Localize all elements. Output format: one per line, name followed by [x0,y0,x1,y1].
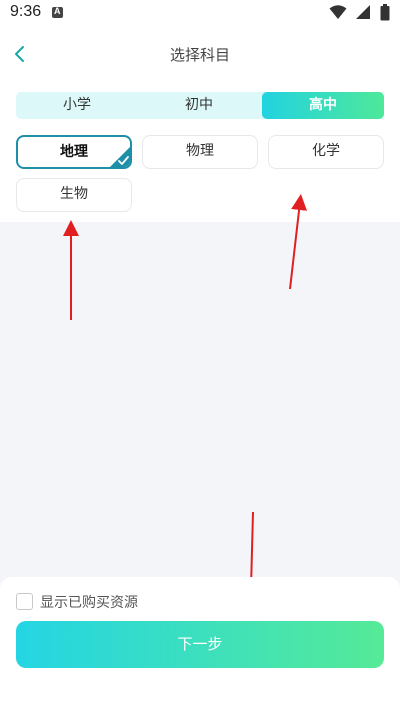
page-title: 选择科目 [169,46,230,64]
subject-chip-biology[interactable]: 生物 [16,178,132,212]
navigation-bar: 选择科目 [0,32,400,76]
next-step-button[interactable]: 下一步 [16,621,384,668]
subject-chip-chemistry[interactable]: 化学 [268,135,384,169]
battery-icon [380,4,390,21]
subject-chip-label: 物理 [186,143,214,159]
show-purchased-label[interactable]: 显示已购买资源 [40,592,138,612]
notification-a-icon [52,6,63,18]
subject-chip-geography[interactable]: 地理 [16,135,132,169]
status-time: 9:36 [10,3,42,20]
signal-icon [355,5,370,19]
tab-primary-school[interactable]: 小学 [16,92,138,119]
header-area: 9:36 选择科目 小学 初中 高中 地理 [0,0,400,222]
subject-chip-label: 地理 [60,144,88,160]
wifi-icon [329,5,347,19]
tab-high-school[interactable]: 高中 [262,92,384,119]
show-purchased-checkbox[interactable] [16,593,33,610]
level-segmented-control: 小学 初中 高中 [16,92,384,119]
subject-chip-physics[interactable]: 物理 [142,135,258,169]
check-corner-icon [110,147,130,167]
bottom-panel: 显示已购买资源 下一步 [0,577,400,710]
status-bar: 9:36 [0,0,400,26]
system-icons [329,4,390,22]
tab-middle-school[interactable]: 初中 [138,92,260,119]
subject-chip-label: 化学 [312,143,340,159]
subject-chip-label: 生物 [60,186,88,202]
